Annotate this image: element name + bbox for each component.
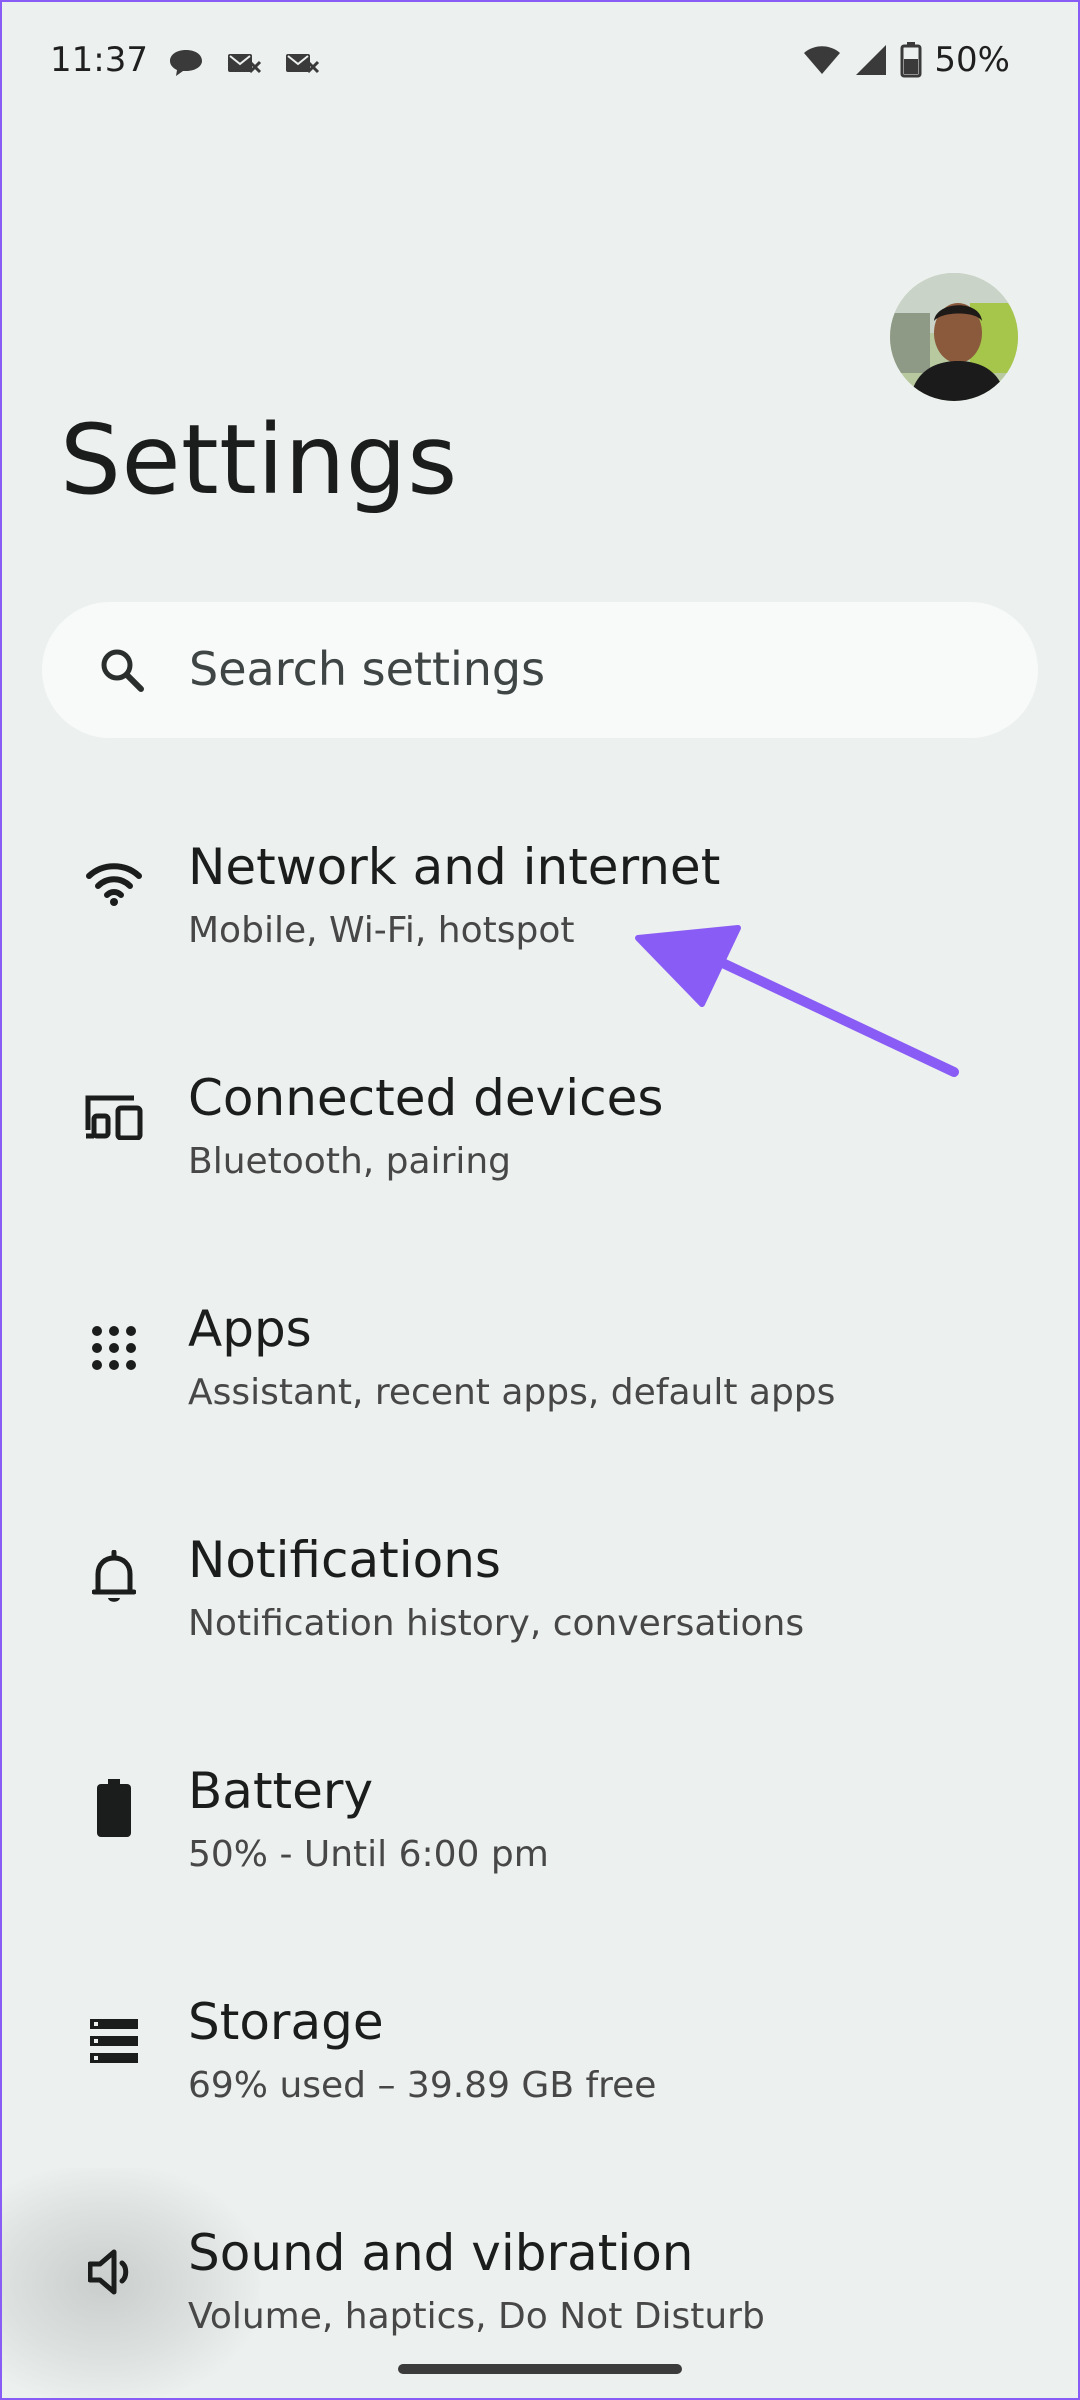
battery-icon: [900, 42, 922, 78]
page-title: Settings: [60, 404, 458, 516]
speaker-icon: [82, 2240, 146, 2304]
wifi-icon: [82, 852, 146, 916]
setting-title: Apps: [188, 1300, 312, 1358]
status-time: 11:37: [50, 40, 148, 80]
connected-devices-icon: [82, 1085, 146, 1149]
setting-battery[interactable]: Battery 50% - Until 6:00 pm: [0, 1694, 1080, 1925]
setting-title: Connected devices: [188, 1069, 664, 1127]
setting-subtitle: Assistant, recent apps, default apps: [188, 1372, 836, 1413]
search-placeholder: Search settings: [189, 642, 546, 696]
setting-subtitle: 50% - Until 6:00 pm: [188, 1834, 549, 1875]
signal-icon: [856, 45, 887, 75]
setting-storage[interactable]: Storage 69% used – 39.89 GB free: [0, 1925, 1080, 2156]
annotation-arrow-icon: [635, 925, 959, 1077]
search-settings-bar[interactable]: Search settings: [42, 602, 1038, 738]
mail-icon: [228, 54, 262, 74]
setting-notifications[interactable]: Notifications Notification history, conv…: [0, 1463, 1080, 1694]
setting-subtitle: Bluetooth, pairing: [188, 1141, 512, 1182]
status-indicators: 50%: [802, 40, 1010, 80]
apps-grid-icon: [82, 1316, 146, 1380]
mail-icon: [286, 54, 320, 74]
setting-subtitle: Mobile, Wi-Fi, hotspot: [188, 910, 575, 951]
battery-percent: 50%: [934, 40, 1010, 80]
setting-title: Storage: [188, 1993, 384, 2051]
setting-sound-and-vibration[interactable]: Sound and vibration Volume, haptics, Do …: [0, 2156, 1080, 2387]
gesture-navigation-bar[interactable]: [398, 2364, 682, 2374]
battery-icon: [82, 1776, 146, 1840]
setting-subtitle: Volume, haptics, Do Not Disturb: [188, 2296, 765, 2337]
chat-bubble-icon: [170, 50, 202, 76]
search-icon: [101, 649, 144, 692]
storage-icon: [82, 2009, 146, 2073]
bell-icon: [82, 1545, 146, 1609]
setting-title: Battery: [188, 1762, 374, 1820]
status-bar: 11:37 50%: [0, 0, 1080, 130]
setting-subtitle: Notification history, conversations: [188, 1603, 805, 1644]
wifi-icon: [804, 46, 841, 74]
setting-title: Network and internet: [188, 838, 721, 896]
setting-title: Sound and vibration: [188, 2224, 694, 2282]
setting-apps[interactable]: Apps Assistant, recent apps, default app…: [0, 1232, 1080, 1463]
profile-avatar[interactable]: [890, 273, 1018, 401]
setting-subtitle: 69% used – 39.89 GB free: [188, 2065, 657, 2106]
setting-title: Notifications: [188, 1531, 501, 1589]
